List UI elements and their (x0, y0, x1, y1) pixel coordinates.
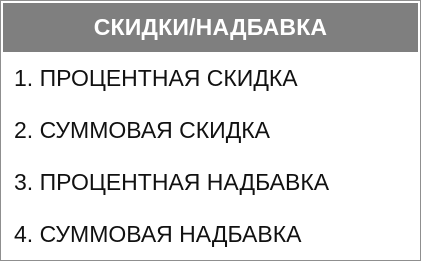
menu-title: СКИДКИ/НАДБАВКА (93, 14, 328, 40)
menu-item-amount-discount[interactable]: 2. СУММОВАЯ СКИДКА (3, 104, 418, 156)
menu-item-percent-discount[interactable]: 1. ПРОЦЕНТНАЯ СКИДКА (3, 52, 418, 104)
menu-list: 1. ПРОЦЕНТНАЯ СКИДКА 2. СУММОВАЯ СКИДКА … (3, 52, 418, 258)
menu-header: СКИДКИ/НАДБАВКА (3, 3, 418, 52)
discount-surcharge-menu-screen: СКИДКИ/НАДБАВКА 1. ПРОЦЕНТНАЯ СКИДКА 2. … (0, 0, 421, 261)
menu-item-amount-surcharge[interactable]: 4. СУММОВАЯ НАДБАВКА (3, 208, 418, 260)
menu-item-percent-surcharge[interactable]: 3. ПРОЦЕНТНАЯ НАДБАВКА (3, 156, 418, 208)
